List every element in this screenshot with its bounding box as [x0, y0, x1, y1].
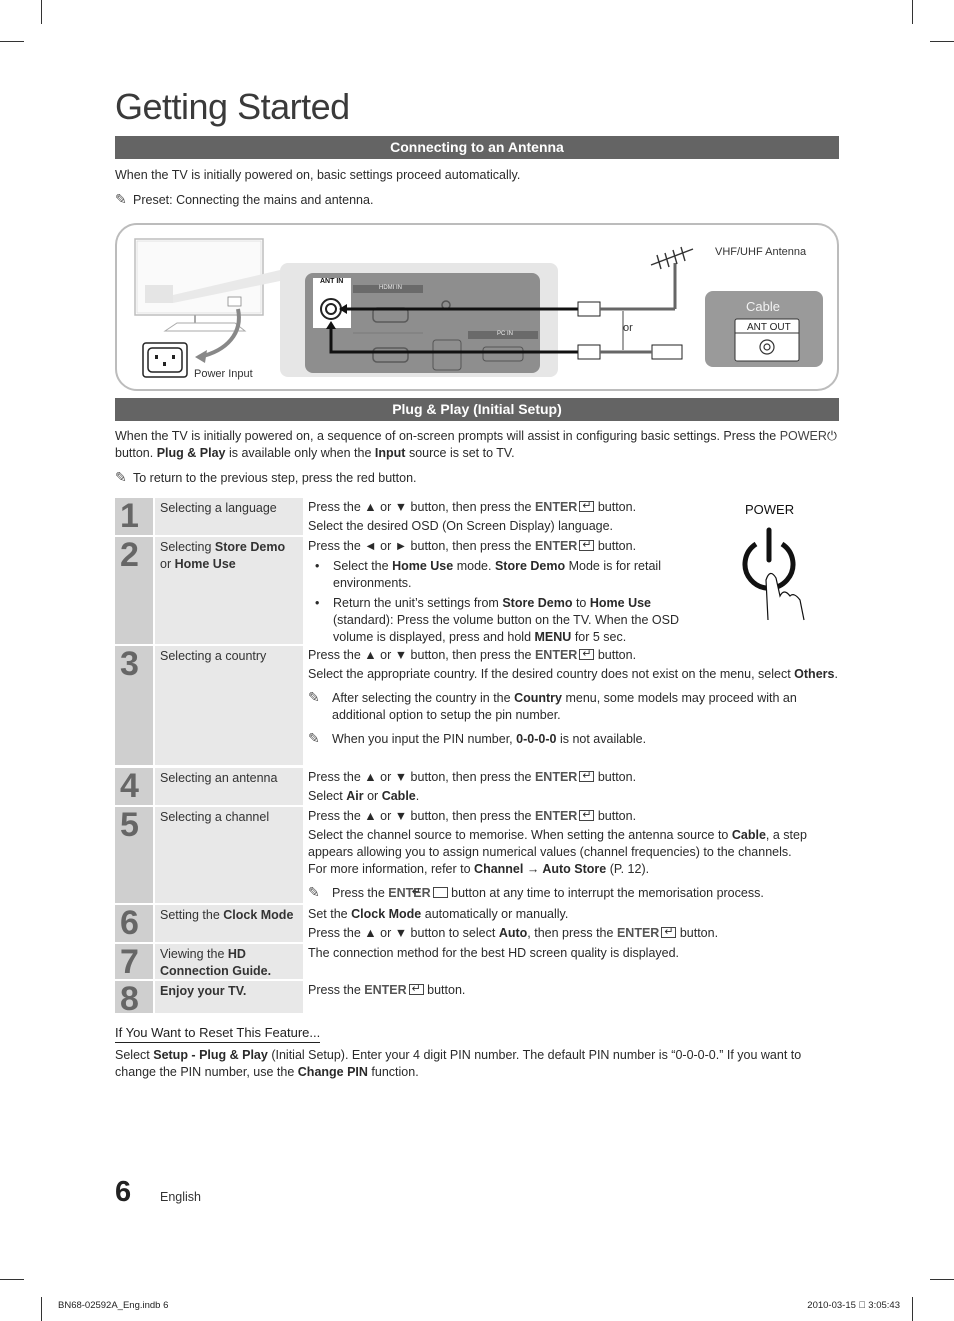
step-row-5: 5 Selecting a channel Press the ▲ or ▼ b…	[115, 807, 839, 903]
antenna-note: ✎ Preset: Connecting the mains and antenn…	[115, 191, 839, 209]
step-description: The connection method for the best HD sc…	[308, 946, 680, 960]
crop-mark	[930, 41, 954, 42]
antenna-intro: When the TV is initially powered on, bas…	[115, 168, 521, 182]
step-row-1: 1 Selecting a language Press the ▲ or ▼ …	[115, 498, 839, 535]
step-name: Selecting Store Demo or Home Use	[155, 537, 303, 644]
bullet-item: Select the Home Use mode. Store Demo Mod…	[308, 558, 698, 592]
print-slug-timestamp: 2010-03-15 ￿ 3:05:43	[807, 1300, 900, 1311]
step-description: Press the ▲ or ▼ button, then press the …	[308, 768, 839, 807]
pencil-note-icon: ✎	[115, 191, 127, 207]
ant-out-label: ANT OUT	[747, 322, 791, 333]
crop-mark	[41, 0, 42, 24]
step-row-8: 8 Enjoy your TV. Press the ENTER button.	[115, 981, 839, 1016]
enter-key-icon	[579, 498, 595, 515]
step-number: 8	[115, 981, 153, 1016]
power-input-label: Power Input	[194, 368, 253, 380]
crop-mark	[0, 1279, 24, 1280]
ant-in-label: ANT IN	[320, 278, 344, 285]
step-description: Press the ▲ or ▼ button, then press the …	[308, 807, 839, 904]
crop-mark	[41, 1297, 42, 1321]
step-number: 6	[115, 905, 153, 942]
enter-key-icon	[661, 924, 677, 941]
step-number: 7	[115, 944, 153, 979]
step-name: Selecting a country	[155, 646, 303, 765]
cable-label: Cable	[746, 299, 780, 314]
step-row-7: 7 Viewing the HD Connection Guide. The c…	[115, 944, 839, 979]
pc-in-label: PC IN	[497, 331, 514, 337]
antenna-connection-diagram: Power Input ANT IN HDMI IN PC IN VHF/UHF…	[115, 223, 839, 391]
plug-play-note: ✎ To return to the previous step, press t…	[115, 469, 417, 485]
step-number: 1	[115, 498, 153, 535]
section-heading-plug-play: Plug & Play (Initial Setup)	[115, 398, 839, 421]
section-heading-antenna: Connecting to an Antenna	[115, 136, 839, 159]
step-name: Setting the Clock Mode	[155, 905, 303, 942]
step-name: Selecting an antenna	[155, 768, 303, 805]
step-name: Viewing the HD Connection Guide.	[155, 944, 303, 979]
reset-feature-heading: If You Want to Reset This Feature...	[115, 1025, 321, 1043]
step-number: 2	[115, 537, 153, 644]
step-row-4: 4 Selecting an antenna Press the ▲ or ▼ …	[115, 768, 839, 805]
step-description: Press the ENTER button.	[308, 981, 839, 1001]
hdmi-in-label: HDMI IN	[379, 285, 402, 291]
crop-mark	[930, 1279, 954, 1280]
crop-mark	[912, 0, 913, 24]
pencil-note-icon: ✎	[308, 730, 320, 746]
pencil-note-icon: ✎	[308, 689, 320, 705]
enter-key-icon	[579, 646, 595, 663]
or-label: or	[623, 322, 633, 334]
enter-key-icon	[579, 807, 595, 824]
crop-mark	[0, 41, 24, 42]
note-text: Preset: Connecting the mains and antenna…	[133, 193, 374, 207]
enter-key-icon	[579, 537, 595, 554]
step-name: Selecting a language	[155, 498, 303, 535]
power-button-ref: POWER	[779, 429, 827, 443]
step-number: 5	[115, 807, 153, 903]
step-number: 3	[115, 646, 153, 765]
print-slug-file: BN68-02592A_Eng.indb 6	[58, 1300, 169, 1311]
plug-play-intro: When the TV is initially powered on, a s…	[115, 429, 837, 460]
antenna-label: VHF/UHF Antenna	[715, 246, 807, 258]
bullet-item: Return the unit’s settings from Store De…	[308, 595, 698, 646]
page-number: 6	[115, 1176, 132, 1208]
step-row-2: 2 Selecting Store Demo or Home Use Press…	[115, 537, 839, 644]
power-socket-icon	[142, 342, 188, 378]
step-number: 4	[115, 768, 153, 805]
pencil-note-icon: ✎	[115, 469, 127, 485]
page-language: English	[160, 1190, 201, 1204]
power-icon: ⏻	[826, 429, 837, 443]
step-name: Enjoy your TV.	[155, 981, 303, 1013]
step-description: Press the ▲ or ▼ button, then press the …	[308, 498, 839, 537]
reset-feature-text: Select Setup - Plug & Play (Initial Setu…	[115, 1048, 802, 1079]
pencil-note-icon: ✎	[308, 884, 320, 900]
step-description: Set the Clock Mode automatically or manu…	[308, 905, 839, 944]
crop-mark	[912, 1297, 913, 1321]
step-name: Selecting a channel	[155, 807, 303, 903]
page-title: Getting Started	[115, 86, 350, 127]
enter-key-icon	[408, 981, 424, 998]
antenna-icon	[650, 246, 694, 270]
tv-illustration	[134, 238, 280, 332]
step-row-6: 6 Setting the Clock Mode Set the Clock M…	[115, 905, 839, 942]
enter-key-icon	[432, 887, 448, 898]
enter-key-icon	[579, 768, 595, 785]
step-description: Press the ▲ or ▼ button, then press the …	[308, 646, 839, 750]
step-description: Press the ◄ or ► button, then press the …	[308, 537, 698, 649]
step-row-3: 3 Selecting a country Press the ▲ or ▼ b…	[115, 646, 839, 765]
